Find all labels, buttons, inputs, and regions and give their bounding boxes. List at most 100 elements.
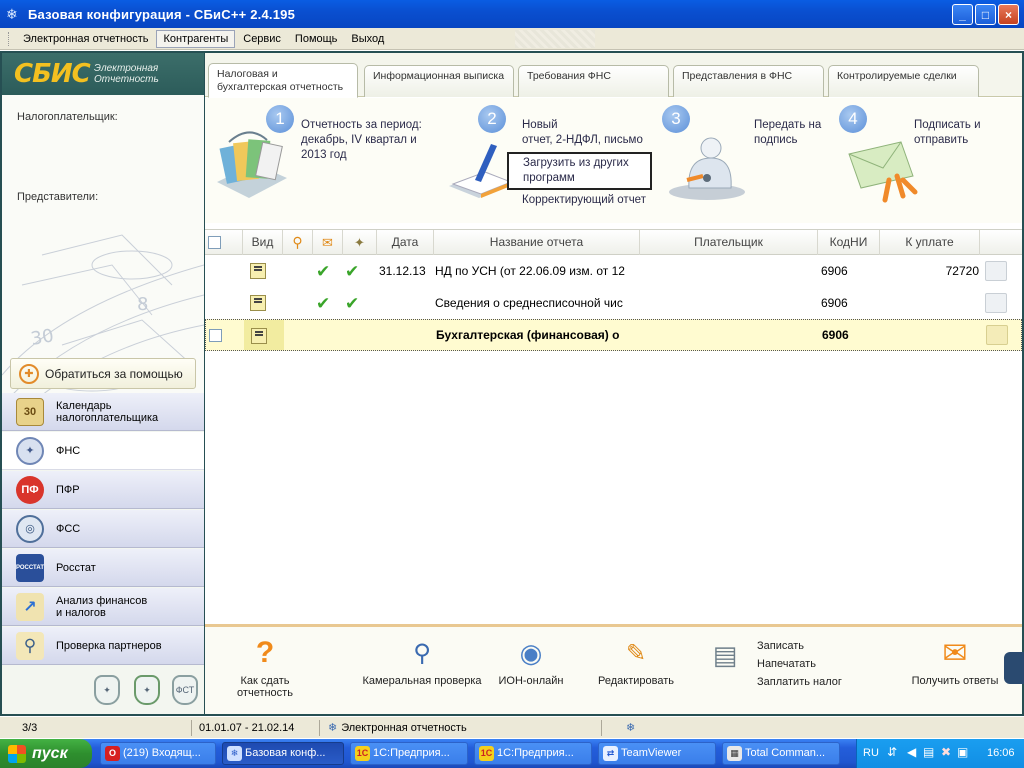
tab-tax-reporting[interactable]: Налоговая и бухгалтерская отчетность — [208, 63, 358, 98]
row-kodni: 6906 — [821, 264, 848, 278]
maximize-button[interactable]: □ — [975, 4, 996, 25]
pfr-icon: ПФ — [16, 475, 44, 504]
nav-fns[interactable]: ✦ ФНС — [2, 432, 204, 470]
menu-electronic-reporting[interactable]: Электронная отчетность — [17, 31, 154, 47]
tab-info-statement[interactable]: Информационная выписка — [364, 65, 514, 97]
edit-button[interactable]: ✎ Редактировать — [590, 635, 682, 688]
task-opera[interactable]: O (219) Входящ... — [100, 742, 216, 765]
lifebuoy-icon: ✚ — [19, 363, 39, 384]
step-2-new-report[interactable]: Новый отчет, 2-НДФЛ, письмо — [522, 118, 643, 148]
nav-finance-label-2: и налогов — [56, 606, 106, 619]
header-payer[interactable]: Плательщик — [640, 230, 818, 255]
step-4-number: 4 — [839, 105, 867, 133]
svg-text:30: 30 — [29, 325, 55, 350]
correcting-report-link[interactable]: Корректирующий отчет — [522, 193, 646, 208]
envelope-send-icon — [848, 141, 918, 203]
row-checkbox[interactable] — [209, 329, 222, 342]
header-type[interactable]: Вид — [243, 230, 283, 255]
get-answers-button[interactable]: ✉ Получить ответы — [905, 635, 1005, 688]
row-action-icon[interactable] — [986, 325, 1008, 345]
cameral-check-button[interactable]: ⚲ Камеральная проверка — [357, 635, 487, 688]
header-search-status[interactable]: ⚲ — [283, 230, 313, 255]
menu-service[interactable]: Сервис — [237, 31, 287, 47]
select-all-checkbox[interactable] — [208, 236, 221, 249]
step-2-line1: Новый — [522, 119, 558, 131]
logo-subtitle-line1: Электронная — [94, 63, 159, 74]
step-1-number: 1 — [266, 105, 294, 133]
table-row[interactable]: ✔ ✔ 31.12.13 НД по УСН (от 22.06.09 изм.… — [205, 255, 1022, 287]
row-action-icon[interactable] — [985, 293, 1007, 313]
printer-tray-icon[interactable]: ▤ — [923, 745, 934, 759]
how-to-submit-button[interactable]: ? Как сдать отчетность — [225, 635, 305, 699]
save-button[interactable]: Записать — [757, 637, 857, 655]
header-mail-status[interactable]: ✉ — [313, 230, 343, 255]
menu-help[interactable]: Помощь — [289, 31, 344, 47]
close-button[interactable]: × — [998, 4, 1019, 25]
header-kodni[interactable]: КодНИ — [818, 230, 880, 255]
tab-fns-requirements[interactable]: Требования ФНС — [518, 65, 669, 97]
start-button[interactable]: пуск — [0, 739, 92, 768]
task-label: 1С:Предприя... — [497, 747, 574, 759]
nav-rosstat[interactable]: РОССТАТ Росстат — [2, 549, 204, 587]
nav-finance-analysis[interactable]: ↗ Анализ финансов и налогов — [2, 588, 204, 626]
step-4-sign-and-send[interactable]: Подписать и отправить — [914, 118, 981, 148]
step-3-send-to-sign[interactable]: Передать на подпись — [754, 118, 821, 148]
table-row-selected[interactable]: Бухгалтерская (финансовая) о 6906 — [205, 319, 1022, 351]
nav-calendar[interactable]: 30 Календарь налогоплательщика — [2, 393, 204, 431]
header-report-name[interactable]: Название отчета — [434, 230, 640, 255]
emblem-icon: ФСТ — [172, 675, 198, 705]
tab-bar: Налоговая и бухгалтерская отчетность Инф… — [205, 53, 1022, 98]
menu-exit[interactable]: Выход — [345, 31, 390, 47]
header-date[interactable]: Дата — [377, 230, 434, 255]
get-answers-label: Получить ответы — [911, 675, 999, 687]
row-date: 31.12.13 — [379, 264, 426, 278]
1c-icon: 1С — [355, 746, 370, 761]
emblem-icon: ✦ — [134, 675, 160, 705]
table-row[interactable]: ✔ ✔ Сведения о среднесписочной чис 6906 — [205, 287, 1022, 319]
nav-finance-label-1: Анализ финансов — [56, 594, 148, 607]
volume-icon[interactable]: ◀ — [907, 745, 916, 759]
print-button[interactable]: Напечатать — [757, 655, 857, 673]
fss-icon: ◎ — [16, 514, 44, 543]
menu-counterparties[interactable]: Контрагенты — [156, 29, 236, 48]
pay-tax-button[interactable]: Заплатить налог — [757, 673, 857, 691]
status-icon: ❄ — [620, 720, 650, 736]
step-1-line1: Отчетность за период: — [301, 119, 422, 131]
load-from-programs-link[interactable]: Загрузить из других программ — [507, 152, 652, 190]
logo-subtitle-line2: Отчетность — [94, 74, 159, 85]
help-button[interactable]: ✚ Обратиться за помощью — [10, 358, 196, 389]
antivirus-icon[interactable]: ✖ — [941, 745, 951, 759]
row-action-icon[interactable] — [985, 261, 1007, 281]
step-4-line2: отправить — [914, 134, 969, 146]
nav-fss[interactable]: ◎ ФСС — [2, 510, 204, 548]
task-sbis[interactable]: ❄ Базовая конф... — [222, 742, 344, 765]
how-to-submit-line2: отчетность — [237, 687, 293, 699]
header-to-pay[interactable]: К уплате — [880, 230, 980, 255]
save-print-pay-group: Записать Напечатать Заплатить налог — [757, 637, 857, 691]
language-indicator[interactable]: RU — [863, 747, 879, 759]
task-teamviewer[interactable]: ⇄ TeamViewer — [598, 742, 716, 765]
ion-online-label: ИОН-онлайн — [498, 675, 564, 687]
signing-person-icon — [669, 137, 745, 200]
envelope-status-icon: ✉ — [322, 235, 333, 250]
header-fns-status[interactable]: ✦ — [343, 230, 377, 255]
task-1c-first[interactable]: 1С 1С:Предприя... — [350, 742, 468, 765]
step-1-period[interactable]: Отчетность за период: декабрь, IV кварта… — [301, 118, 422, 163]
minimize-button[interactable]: _ — [952, 4, 973, 25]
checkmark-icon: ✔ — [316, 262, 331, 281]
nav-pfr[interactable]: ПФ ПФР — [2, 471, 204, 509]
nav-partner-check[interactable]: ⚲ Проверка партнеров — [2, 627, 204, 665]
nav-fns-label: ФНС — [56, 444, 81, 457]
display-icon[interactable]: ▣ — [957, 745, 968, 759]
tab-controlled-deals[interactable]: Контролируемые сделки — [828, 65, 979, 97]
taskbar: пуск O (219) Входящ... ❄ Базовая конф... 1… — [0, 739, 1024, 768]
window-titlebar[interactable]: ❄ Базовая конфигурация - СБиС++ 2.4.195 … — [0, 0, 1024, 28]
task-1c-second[interactable]: 1С 1С:Предприя... — [474, 742, 592, 765]
ion-online-button[interactable]: ◉ ИОН-онлайн — [493, 635, 569, 688]
document-icon — [250, 263, 266, 279]
clock[interactable]: 16:06 — [987, 747, 1015, 759]
network-icon[interactable]: ⇵ — [887, 745, 897, 759]
teamviewer-side-tab[interactable] — [1004, 652, 1024, 684]
task-total-commander[interactable]: ▦ Total Comman... — [722, 742, 840, 765]
tab-fns-submissions[interactable]: Представления в ФНС — [673, 65, 824, 97]
